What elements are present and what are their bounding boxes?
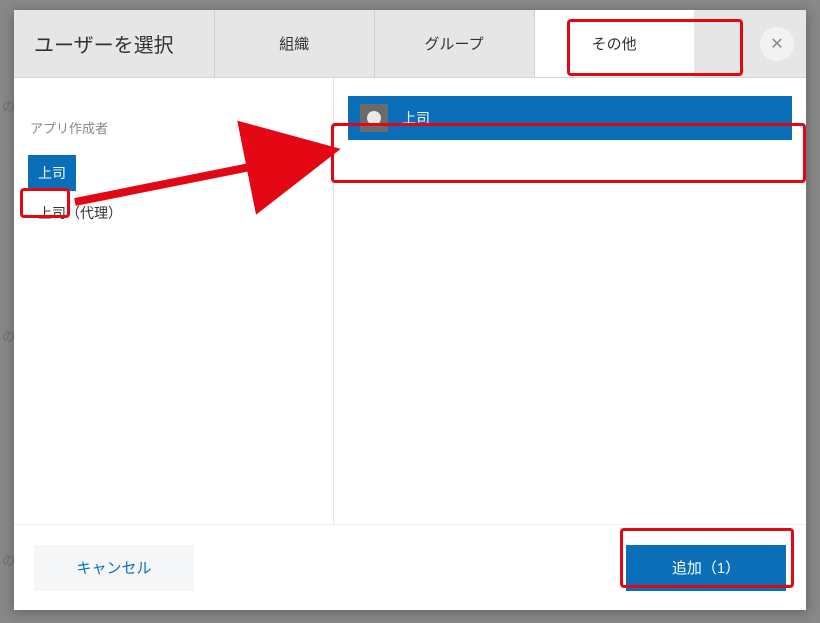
sidebar-section-label: アプリ作成者	[28, 118, 319, 137]
user-select-dialog: ユーザーを選択 組織 グループ その他 ✕ アプリ作成者 上司 上司（代理） 上	[14, 10, 806, 610]
dialog-body: アプリ作成者 上司 上司（代理） 上司	[14, 78, 806, 524]
tab-group[interactable]: グループ	[374, 10, 534, 77]
sidebar-item-boss[interactable]: 上司	[28, 155, 76, 191]
tab-organization[interactable]: 組織	[214, 10, 374, 77]
sidebar-item-boss-proxy[interactable]: 上司（代理）	[28, 195, 132, 231]
user-dot-icon	[367, 111, 381, 125]
list-item-label: 上司	[402, 108, 430, 128]
dialog-title: ユーザーを選択	[34, 29, 174, 58]
cancel-button[interactable]: キャンセル	[34, 545, 194, 591]
add-button[interactable]: 追加（1）	[626, 545, 786, 591]
main-panel: 上司	[334, 78, 806, 524]
sidebar: アプリ作成者 上司 上司（代理）	[14, 78, 334, 524]
list-item-boss[interactable]: 上司	[348, 96, 792, 140]
tab-bar: 組織 グループ その他	[214, 10, 744, 77]
close-icon: ✕	[770, 34, 783, 54]
tab-other[interactable]: その他	[534, 10, 694, 77]
dialog-footer: キャンセル 追加（1）	[14, 524, 806, 610]
user-thumb-icon	[360, 104, 388, 132]
close-button[interactable]: ✕	[760, 27, 794, 61]
dialog-header: ユーザーを選択 組織 グループ その他 ✕	[14, 10, 806, 78]
